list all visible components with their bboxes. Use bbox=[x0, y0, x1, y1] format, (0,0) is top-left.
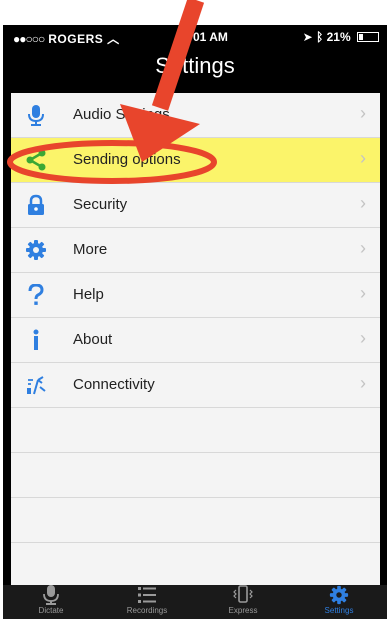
chevron-right-icon: › bbox=[360, 373, 366, 393]
wifi-icon: ︿ bbox=[107, 32, 120, 46]
microphone-icon bbox=[43, 585, 59, 605]
menu-item-security[interactable]: Security › bbox=[11, 183, 380, 228]
tab-recordings[interactable]: Recordings bbox=[99, 585, 195, 619]
menu-item-sending-options[interactable]: Sending options › bbox=[11, 138, 380, 183]
location-icon: ➤ bbox=[302, 30, 313, 44]
list-icon bbox=[138, 587, 156, 603]
question-icon bbox=[28, 284, 44, 305]
tab-label: Express bbox=[228, 606, 258, 615]
chevron-right-icon: › bbox=[360, 148, 366, 168]
signal-strength-dots: ●●○○○ bbox=[13, 32, 45, 46]
battery-icon bbox=[357, 32, 379, 42]
gear-icon bbox=[26, 240, 46, 260]
status-right: ➤ ᛒ 21% bbox=[303, 30, 379, 44]
chevron-right-icon: › bbox=[360, 328, 366, 348]
bluetooth-icon: ᛒ bbox=[316, 30, 324, 44]
phone-screen: ●●○○○ ROGERS ︿ 01 AM ➤ ᛒ 21% Settings Aud… bbox=[3, 25, 387, 619]
tab-settings[interactable]: Settings bbox=[291, 585, 387, 619]
empty-row bbox=[11, 498, 380, 543]
phone-vibrate-icon bbox=[233, 585, 253, 603]
menu-item-label: More bbox=[73, 241, 108, 258]
clock: 01 AM bbox=[193, 30, 228, 44]
battery-percent: 21% bbox=[326, 30, 351, 44]
chevron-right-icon: › bbox=[360, 283, 366, 303]
menu-item-label: Sending options bbox=[73, 151, 181, 168]
empty-row bbox=[11, 408, 380, 453]
menu-item-label: Help bbox=[73, 286, 104, 303]
menu-item-label: Connectivity bbox=[73, 376, 155, 393]
tab-express[interactable]: Express bbox=[195, 585, 291, 619]
tab-label: Settings bbox=[324, 606, 354, 615]
menu-item-label: About bbox=[73, 331, 113, 348]
carrier-info: ●●○○○ ROGERS ︿ bbox=[13, 30, 120, 47]
connectivity-icon bbox=[27, 376, 46, 395]
empty-row bbox=[11, 453, 380, 498]
tab-label: Recordings bbox=[126, 606, 168, 615]
settings-list: Audio Settings › Sending options › Secur… bbox=[11, 93, 380, 588]
empty-row bbox=[11, 543, 380, 588]
menu-item-more[interactable]: More › bbox=[11, 228, 380, 273]
microphone-icon bbox=[28, 105, 44, 126]
info-icon bbox=[33, 329, 39, 350]
menu-item-connectivity[interactable]: Connectivity › bbox=[11, 363, 380, 408]
menu-item-about[interactable]: About › bbox=[11, 318, 380, 363]
menu-item-help[interactable]: Help › bbox=[11, 273, 380, 318]
share-icon bbox=[26, 149, 46, 171]
gear-icon bbox=[329, 585, 349, 605]
status-bar: ●●○○○ ROGERS ︿ 01 AM ➤ ᛒ 21% bbox=[3, 25, 387, 49]
chevron-right-icon: › bbox=[360, 193, 366, 213]
tab-dictate[interactable]: Dictate bbox=[3, 585, 99, 619]
chevron-right-icon: › bbox=[360, 103, 366, 123]
lock-icon bbox=[28, 194, 44, 215]
battery-fill bbox=[359, 34, 363, 40]
tab-label: Dictate bbox=[38, 606, 64, 615]
carrier-name: ROGERS bbox=[48, 32, 104, 46]
menu-item-audio-settings[interactable]: Audio Settings › bbox=[11, 93, 380, 138]
page-title: Settings bbox=[155, 53, 235, 78]
menu-item-label: Audio Settings bbox=[73, 106, 170, 123]
tab-bar: Dictate Recordings Express Settings bbox=[3, 585, 387, 619]
chevron-right-icon: › bbox=[360, 238, 366, 258]
menu-item-label: Security bbox=[73, 196, 128, 213]
